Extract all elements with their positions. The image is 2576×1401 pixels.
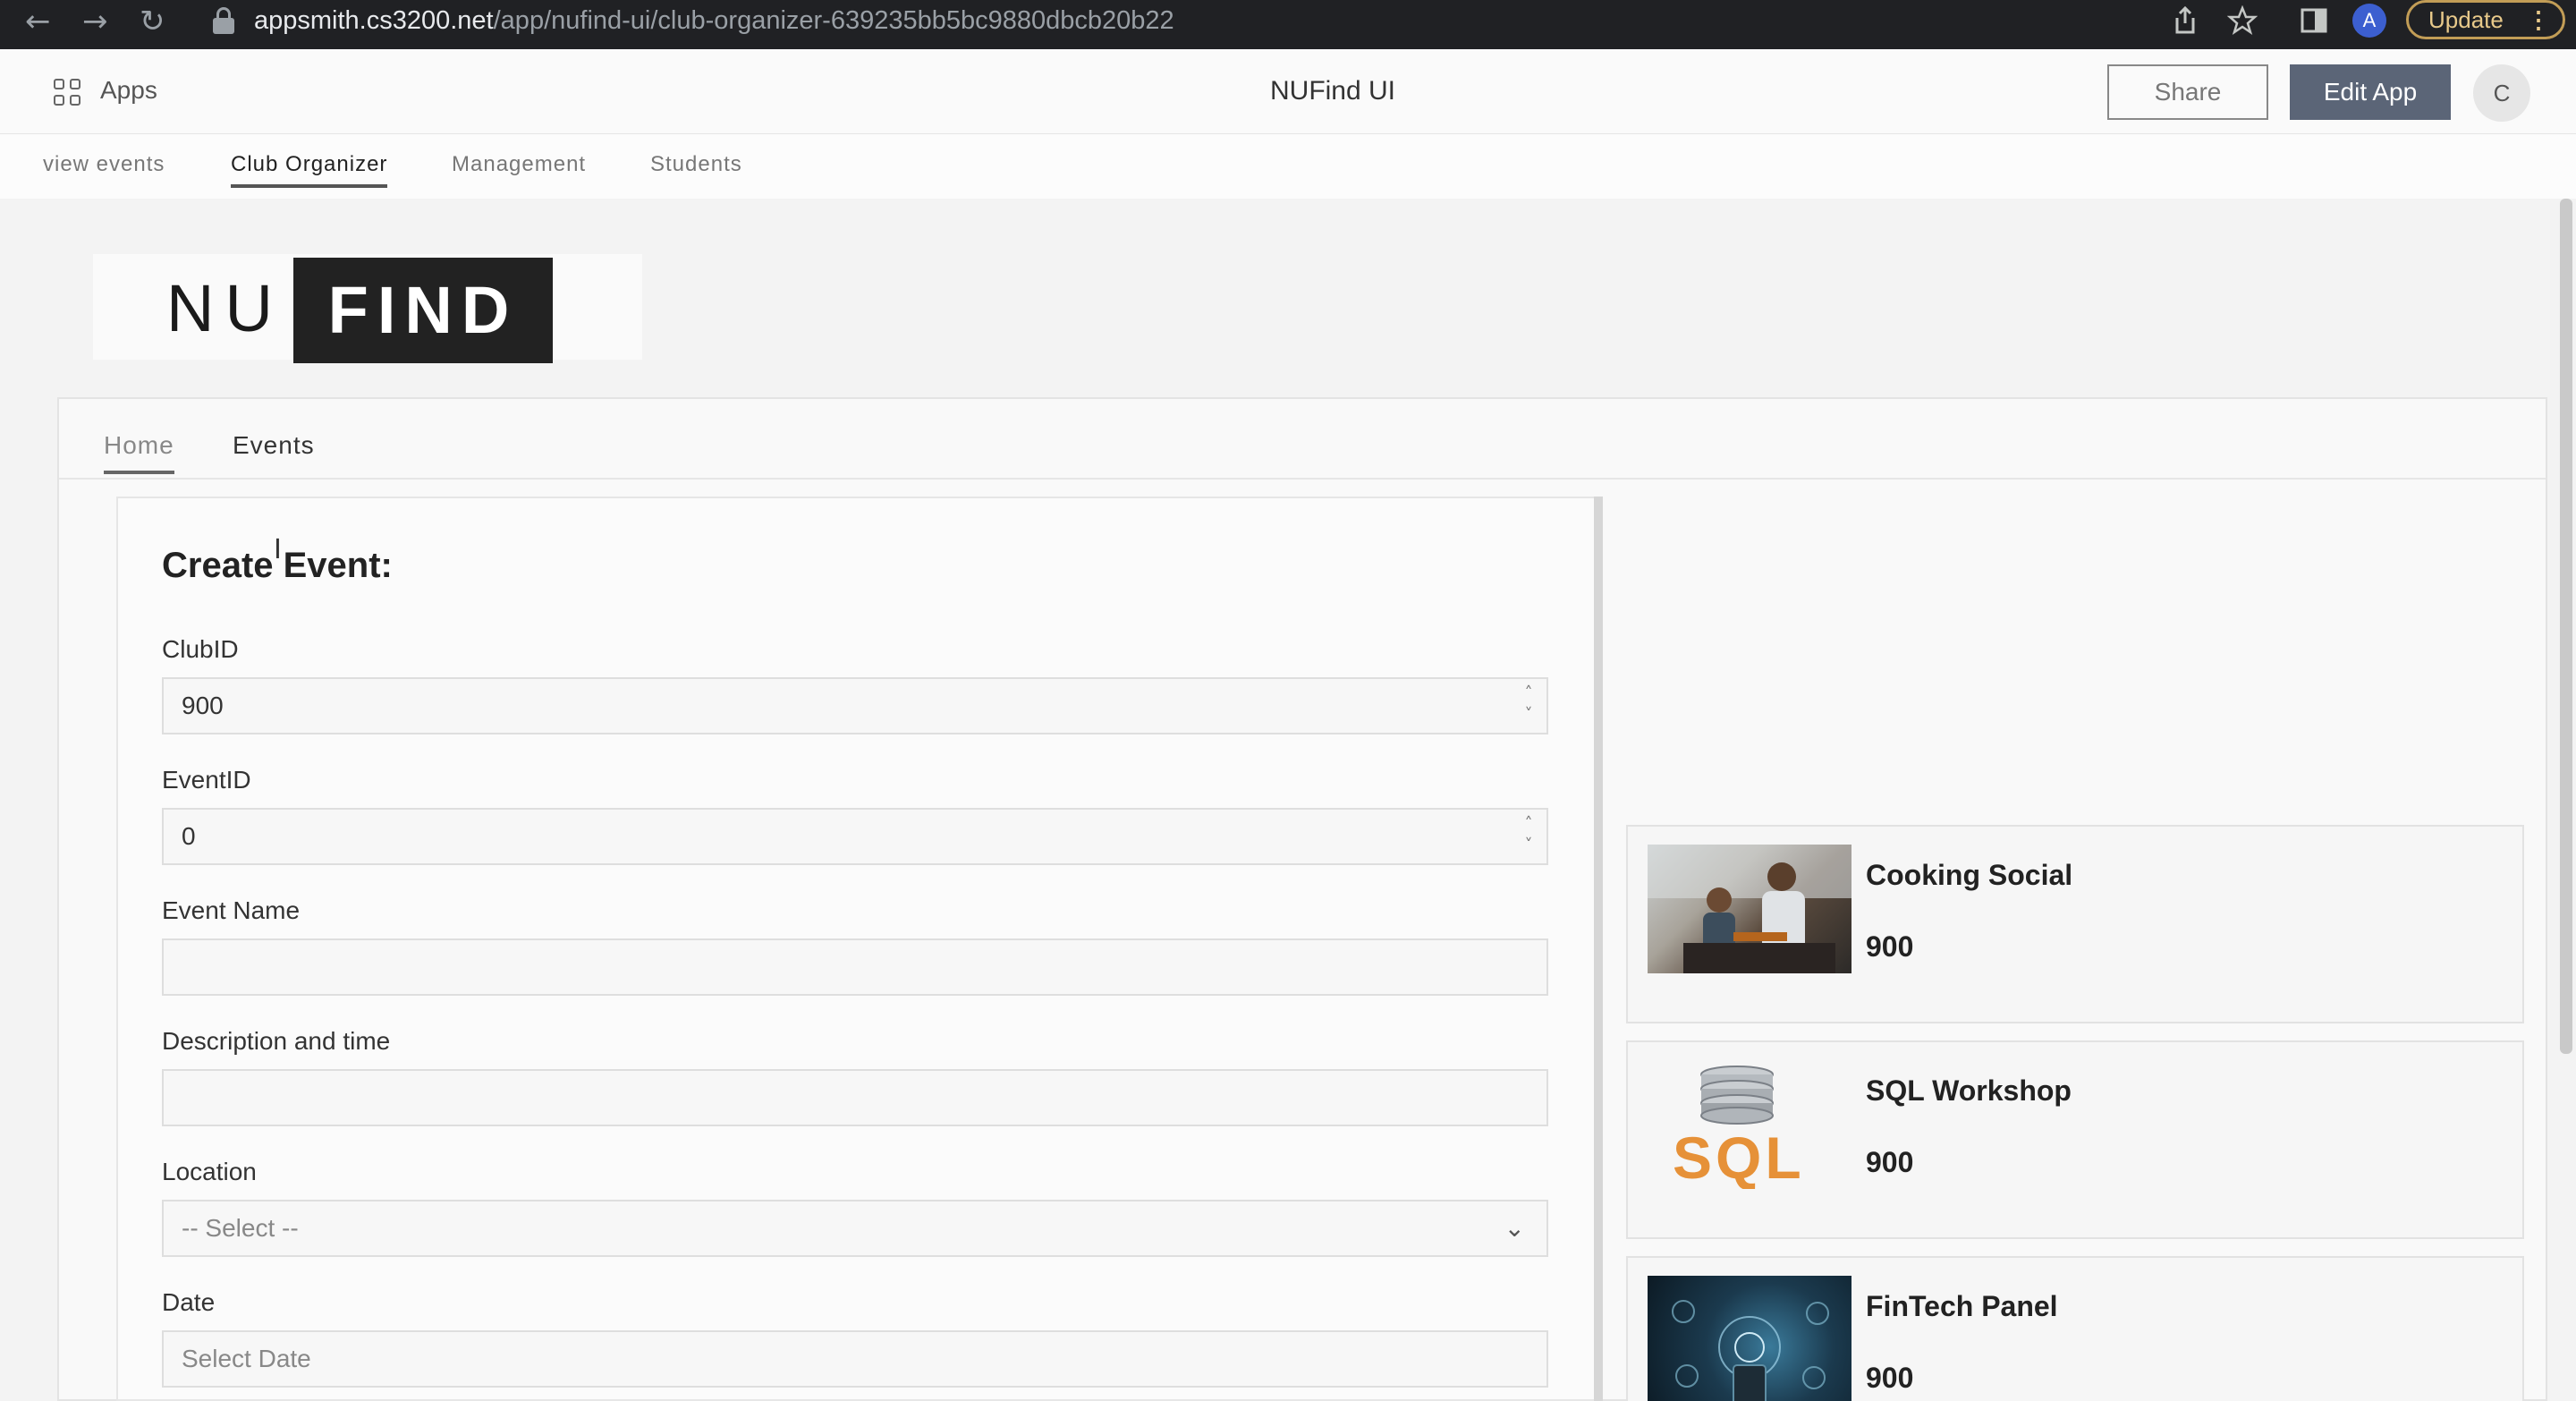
- stepper-down-icon[interactable]: ˅: [1520, 706, 1538, 724]
- share-button[interactable]: Share: [2107, 64, 2268, 120]
- event-id-stepper[interactable]: ˄ ˅: [1520, 815, 1538, 856]
- event-id-label: EventID: [162, 766, 251, 794]
- event-name: SQL Workshop: [1866, 1074, 2072, 1107]
- lock-icon-body: [213, 18, 234, 34]
- event-id-input[interactable]: 0 ˄ ˅: [162, 808, 1548, 865]
- chevron-down-icon: ⌄: [1504, 1213, 1525, 1243]
- app-title: NUFind UI: [1269, 76, 1396, 106]
- apps-grid-icon[interactable]: [54, 79, 82, 107]
- fintech-photo-graphic: [1672, 1300, 1829, 1401]
- date-label: Date: [162, 1288, 216, 1316]
- address-bar[interactable]: appsmith.cs3200.net/app/nufind-ui/club-o…: [254, 4, 1174, 38]
- club-id-label: ClubID: [162, 635, 239, 663]
- event-card[interactable]: FinTech Panel 900: [1626, 1256, 2524, 1401]
- tab-events[interactable]: Events: [233, 431, 315, 460]
- stepper-up-icon[interactable]: ˄: [1520, 815, 1538, 833]
- club-id-input[interactable]: 900 ˄ ˅: [162, 677, 1548, 734]
- user-avatar[interactable]: C: [2473, 64, 2530, 122]
- text-cursor-icon: I: [274, 534, 282, 565]
- page-scrollbar[interactable]: [2560, 199, 2572, 1054]
- event-club-id: 900: [1866, 1146, 1914, 1178]
- inner-tabs: Home Events: [59, 399, 2546, 480]
- nufind-logo: NU FIND: [93, 254, 642, 363]
- browser-update-button[interactable]: Update ⋮: [2406, 0, 2565, 39]
- stepper-up-icon[interactable]: ˄: [1520, 684, 1538, 702]
- app-header: Apps NUFind UI Share Edit App C: [0, 49, 2576, 134]
- description-label: Description and time: [162, 1027, 391, 1055]
- event-name-label: Event Name: [162, 896, 301, 924]
- browser-profile-avatar[interactable]: A: [2352, 4, 2386, 38]
- share-page-icon[interactable]: [2172, 5, 2199, 36]
- reload-icon[interactable]: ↻: [140, 4, 165, 39]
- svg-text:SQL: SQL: [1673, 1125, 1805, 1189]
- location-selected-value: -- Select --: [182, 1214, 299, 1242]
- tab-students[interactable]: Students: [650, 152, 742, 177]
- back-icon[interactable]: ←: [25, 4, 51, 39]
- tab-home[interactable]: Home: [104, 431, 174, 474]
- sql-database-icon: SQL: [1648, 1060, 1852, 1191]
- event-name: FinTech Panel: [1866, 1290, 2058, 1322]
- club-id-stepper[interactable]: ˄ ˅: [1520, 684, 1538, 726]
- tab-view-events[interactable]: view events: [43, 152, 165, 177]
- fintech-photo: [1648, 1276, 1852, 1401]
- cooking-photo: [1648, 845, 1852, 973]
- stepper-down-icon[interactable]: ˅: [1520, 836, 1538, 854]
- logo-text-nu: NU: [166, 271, 284, 345]
- more-menu-icon: ⋮: [2527, 6, 2550, 33]
- event-card[interactable]: SQL SQL Workshop 900: [1626, 1040, 2524, 1239]
- event-name-input[interactable]: [162, 938, 1548, 996]
- event-club-id: 900: [1866, 1362, 1914, 1394]
- url-path: /app/nufind-ui/club-organizer-639235bb5b…: [493, 6, 1174, 35]
- event-name: Cooking Social: [1866, 859, 2073, 891]
- bookmark-star-icon[interactable]: [2227, 5, 2258, 36]
- page-tabs: view events Club Organizer Management St…: [0, 134, 2576, 199]
- date-picker-input[interactable]: Select Date: [162, 1330, 1548, 1388]
- location-select[interactable]: -- Select -- ⌄: [162, 1200, 1548, 1257]
- event-id-value: 0: [182, 822, 196, 850]
- tab-club-organizer[interactable]: Club Organizer: [231, 152, 388, 188]
- tab-management[interactable]: Management: [452, 152, 586, 177]
- logo-text-find: FIND: [293, 258, 553, 363]
- cooking-photo-figures: [1648, 845, 1852, 973]
- sql-icon-graphic: SQL: [1673, 1066, 1805, 1191]
- location-label: Location: [162, 1158, 257, 1185]
- forward-icon[interactable]: →: [82, 4, 108, 39]
- event-club-id: 900: [1866, 930, 1914, 963]
- update-label: Update: [2428, 6, 2504, 33]
- browser-toolbar: ← → ↻ appsmith.cs3200.net/app/nufind-ui/…: [0, 0, 2576, 49]
- sidebar-panel-icon[interactable]: [2301, 7, 2327, 34]
- apps-link[interactable]: Apps: [100, 76, 157, 105]
- url-host: appsmith.cs3200.net: [254, 6, 494, 35]
- event-card[interactable]: Cooking Social 900: [1626, 825, 2524, 1023]
- description-input[interactable]: [162, 1069, 1548, 1126]
- club-id-value: 900: [182, 692, 224, 719]
- form-scrollbar[interactable]: [1594, 497, 1603, 1401]
- edit-app-button[interactable]: Edit App: [2290, 64, 2451, 120]
